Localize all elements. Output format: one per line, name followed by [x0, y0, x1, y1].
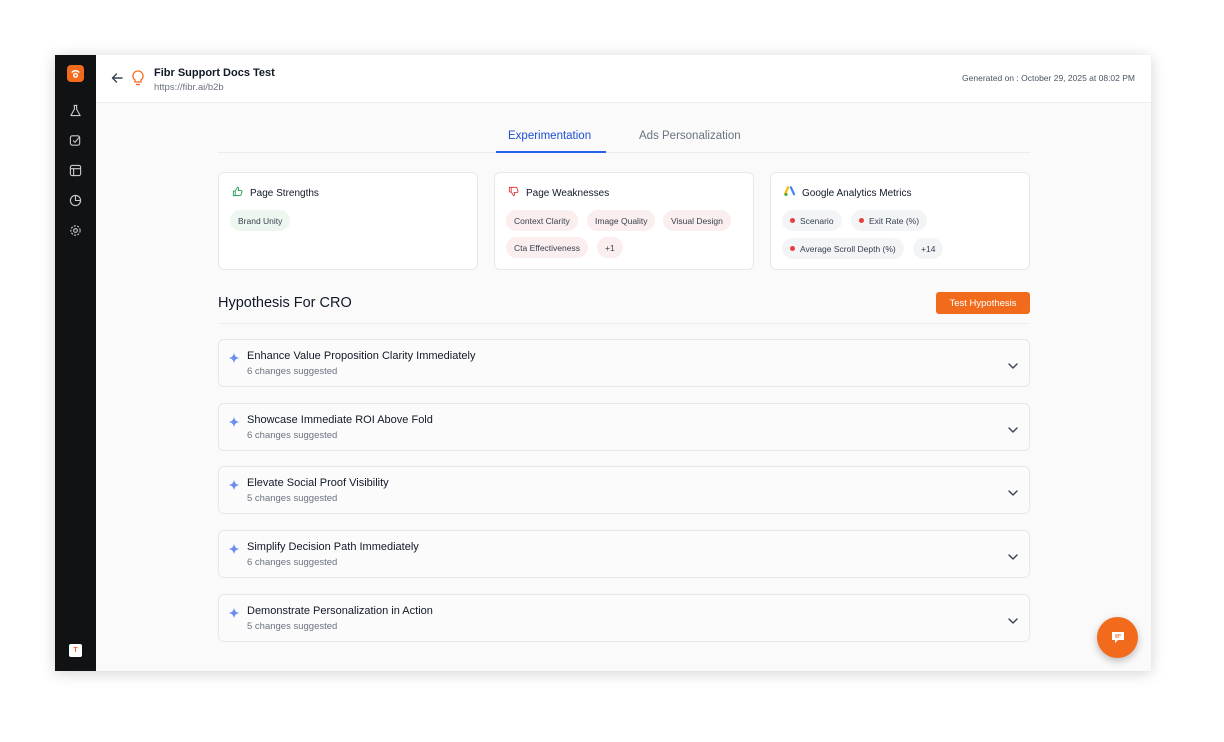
- weakness-chip: Visual Design: [663, 210, 731, 231]
- hypothesis-title: Enhance Value Proposition Clarity Immedi…: [247, 350, 476, 362]
- google-analytics-card: Google Analytics Metrics Scenario Exit R…: [770, 172, 1030, 270]
- hypothesis-title: Elevate Social Proof Visibility: [247, 477, 389, 489]
- page-strengths-card: Page Strengths Brand Unity: [218, 172, 478, 270]
- card-title: Page Weaknesses: [526, 187, 610, 199]
- chevron-down-icon[interactable]: [1007, 613, 1019, 624]
- hypothesis-item[interactable]: Showcase Immediate ROI Above Fold 6 chang…: [218, 403, 1030, 451]
- divider: [218, 323, 1030, 324]
- more-chip[interactable]: +14: [913, 238, 944, 259]
- sparkle-icon: [228, 415, 240, 428]
- sparkle-icon: [228, 478, 240, 491]
- card-header: Page Strengths: [232, 186, 319, 200]
- hypothesis-changes-count: 6 changes suggested: [247, 430, 338, 441]
- hypothesis-item[interactable]: Elevate Social Proof Visibility 5 changes…: [218, 466, 1030, 514]
- hypothesis-title: Showcase Immediate ROI Above Fold: [247, 414, 433, 426]
- hypothesis-item[interactable]: Simplify Decision Path Immediately 6 chan…: [218, 530, 1030, 578]
- sidebar: T: [55, 55, 96, 671]
- chevron-down-icon[interactable]: [1007, 549, 1019, 560]
- chat-icon: [1111, 632, 1124, 643]
- page-title: Fibr Support Docs Test: [154, 67, 275, 79]
- more-chip[interactable]: +1: [597, 237, 623, 258]
- tab-bar: Experimentation Ads Personalization: [218, 125, 1030, 153]
- metric-chip: Average Scroll Depth (%): [782, 238, 904, 259]
- hypothesis-changes-count: 6 changes suggested: [247, 557, 338, 568]
- page-header: Fibr Support Docs Test https://fibr.ai/b…: [96, 55, 1151, 103]
- tab-experimentation[interactable]: Experimentation: [508, 130, 591, 142]
- thumbs-down-icon: [508, 186, 519, 200]
- chevron-down-icon[interactable]: [1007, 422, 1019, 433]
- red-dot-icon: [859, 218, 864, 223]
- card-header: Google Analytics Metrics: [783, 186, 912, 200]
- google-ads-icon: [783, 186, 796, 200]
- test-hypothesis-button[interactable]: Test Hypothesis: [936, 292, 1030, 314]
- chevron-down-icon[interactable]: [1007, 358, 1019, 369]
- sparkle-icon: [228, 351, 240, 364]
- hypothesis-title: Demonstrate Personalization in Action: [247, 605, 433, 617]
- back-arrow-icon[interactable]: [110, 71, 124, 85]
- settings-icon[interactable]: [67, 222, 84, 239]
- hypothesis-changes-count: 5 changes suggested: [247, 621, 338, 632]
- app-window: T Fibr Support Docs Test https://fibr.ai…: [55, 55, 1151, 671]
- experiments-icon[interactable]: [67, 102, 84, 119]
- user-avatar[interactable]: T: [69, 644, 82, 657]
- metric-chip: Exit Rate (%): [851, 210, 928, 231]
- chat-button[interactable]: [1097, 617, 1138, 658]
- sparkle-icon: [228, 542, 240, 555]
- metric-chip: Scenario: [782, 210, 842, 231]
- red-dot-icon: [790, 218, 795, 223]
- page-url[interactable]: https://fibr.ai/b2b: [154, 82, 224, 93]
- hypothesis-changes-count: 5 changes suggested: [247, 493, 338, 504]
- section-title: Hypothesis For CRO: [218, 295, 352, 311]
- page-weaknesses-card: Page Weaknesses Context Clarity Image Qu…: [494, 172, 754, 270]
- layout-icon[interactable]: [67, 162, 84, 179]
- card-title: Google Analytics Metrics: [802, 187, 912, 199]
- hypothesis-item[interactable]: Demonstrate Personalization in Action 5 c…: [218, 594, 1030, 642]
- weakness-chip: Context Clarity: [506, 210, 578, 231]
- red-dot-icon: [790, 246, 795, 251]
- hypothesis-changes-count: 6 changes suggested: [247, 366, 338, 377]
- strength-chip: Brand Unity: [230, 210, 291, 231]
- hypothesis-item[interactable]: Enhance Value Proposition Clarity Immedi…: [218, 339, 1030, 387]
- weakness-chip: Cta Effectiveness: [506, 237, 588, 258]
- chevron-down-icon[interactable]: [1007, 485, 1019, 496]
- weakness-chip: Image Quality: [587, 210, 656, 231]
- thumbs-up-icon: [232, 186, 243, 200]
- sparkle-icon: [228, 606, 240, 619]
- card-header: Page Weaknesses: [508, 186, 609, 200]
- card-title: Page Strengths: [250, 187, 319, 199]
- fibr-logo-icon[interactable]: [67, 65, 84, 82]
- lightbulb-icon: [130, 69, 146, 87]
- hypothesis-title: Simplify Decision Path Immediately: [247, 541, 419, 553]
- tasks-icon[interactable]: [67, 132, 84, 149]
- analytics-icon[interactable]: [67, 192, 84, 209]
- generated-timestamp: Generated on : October 29, 2025 at 08:02…: [962, 73, 1135, 83]
- active-tab-indicator: [496, 151, 606, 153]
- tab-ads-personalization[interactable]: Ads Personalization: [639, 130, 741, 142]
